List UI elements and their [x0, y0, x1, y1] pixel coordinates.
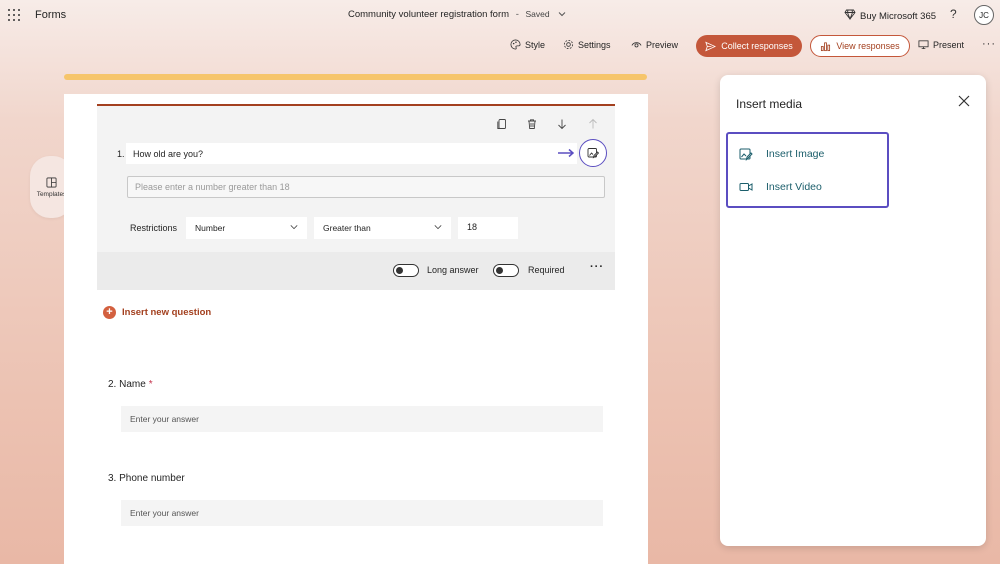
plus-icon: + [103, 306, 116, 319]
move-down-icon[interactable] [556, 118, 568, 130]
restriction-value-input[interactable]: 18 [458, 217, 518, 239]
document-title: Community volunteer registration form [348, 9, 509, 20]
insert-image-label: Insert Image [766, 148, 824, 160]
insert-video-label: Insert Video [766, 181, 822, 193]
settings-button[interactable]: Settings [563, 39, 611, 50]
collect-label: Collect responses [721, 41, 793, 51]
save-status: Saved [526, 9, 550, 19]
view-responses-button[interactable]: View responses [810, 35, 910, 57]
collect-responses-button[interactable]: Collect responses [696, 35, 802, 57]
insert-media-panel: Insert media Insert Image Insert Video [720, 75, 986, 546]
video-icon [739, 180, 753, 194]
more-options-button[interactable]: ··· [982, 38, 996, 50]
view-responses-label: View responses [836, 41, 899, 51]
settings-label: Settings [578, 40, 611, 50]
command-bar: Style Settings Preview Collect responses… [0, 34, 1000, 58]
present-label: Present [933, 40, 964, 50]
send-icon [705, 41, 716, 52]
required-asterisk: * [149, 379, 153, 390]
question-footer: Long answer Required ··· [97, 252, 615, 290]
image-edit-icon [739, 147, 753, 161]
preview-label: Preview [646, 40, 678, 50]
palette-icon [510, 39, 521, 50]
required-toggle[interactable] [493, 264, 519, 277]
required-label: Required [528, 265, 565, 275]
restriction-type-dropdown[interactable]: Number [186, 217, 307, 239]
title-separator: - [516, 9, 519, 20]
chevron-down-icon [434, 223, 442, 231]
chart-icon [820, 41, 831, 52]
avatar[interactable]: JC [974, 5, 994, 25]
restriction-condition-dropdown[interactable]: Greater than [314, 217, 451, 239]
diamond-icon [844, 9, 856, 23]
restriction-condition-value: Greater than [323, 223, 371, 233]
buy-microsoft-365-button[interactable]: Buy Microsoft 365 [844, 9, 936, 23]
restriction-type-value: Number [195, 223, 225, 233]
question-2-answer-input[interactable]: Enter your answer [121, 406, 603, 432]
insert-media-button[interactable] [579, 139, 607, 167]
media-options-highlight: Insert Image Insert Video [726, 132, 889, 208]
preview-button[interactable]: Preview [631, 39, 678, 50]
answer-input[interactable]: Please enter a number greater than 18 [127, 176, 605, 198]
present-button[interactable]: Present [918, 39, 964, 50]
long-answer-label: Long answer [427, 265, 479, 275]
arrow-right-icon [558, 147, 576, 159]
form-header-strip [64, 74, 647, 80]
question-number: 1. [117, 149, 125, 159]
chevron-down-icon [558, 10, 566, 19]
question-1-editor[interactable]: 1. How old are you? Please enter a numbe… [97, 104, 615, 288]
insert-image-button[interactable]: Insert Image [739, 147, 824, 161]
move-up-icon[interactable] [587, 118, 599, 130]
templates-icon [46, 177, 57, 188]
insert-new-question-button[interactable]: + Insert new question [103, 306, 211, 319]
question-title-input[interactable]: How old are you? [126, 143, 577, 164]
app-launcher-icon[interactable] [8, 9, 20, 21]
style-button[interactable]: Style [510, 39, 545, 50]
gear-icon [563, 39, 574, 50]
copy-icon[interactable] [496, 118, 508, 130]
chevron-down-icon [290, 223, 298, 231]
long-answer-toggle[interactable] [393, 264, 419, 277]
insert-new-question-label: Insert new question [122, 307, 211, 318]
panel-title: Insert media [736, 97, 802, 111]
close-icon[interactable] [957, 94, 971, 108]
question-2-title: 2. Name [108, 379, 146, 390]
image-edit-icon [587, 147, 599, 159]
question-3-label: 3. Phone number [108, 473, 185, 484]
help-icon[interactable]: ? [950, 7, 957, 21]
question-3-answer-input[interactable]: Enter your answer [121, 500, 603, 526]
style-label: Style [525, 40, 545, 50]
top-bar: Forms Community volunteer registration f… [0, 0, 1000, 30]
buy-label: Buy Microsoft 365 [860, 11, 936, 22]
delete-icon[interactable] [526, 118, 538, 130]
eye-icon [631, 39, 642, 50]
document-title-menu[interactable]: Community volunteer registration form - … [348, 9, 566, 20]
insert-video-button[interactable]: Insert Video [739, 180, 822, 194]
question-2-label: 2. Name* [108, 379, 153, 390]
restrictions-label: Restrictions [130, 223, 177, 233]
question-more-button[interactable]: ··· [590, 261, 604, 273]
app-name[interactable]: Forms [35, 9, 66, 21]
templates-label: Templates [37, 191, 67, 198]
monitor-icon [918, 39, 929, 50]
